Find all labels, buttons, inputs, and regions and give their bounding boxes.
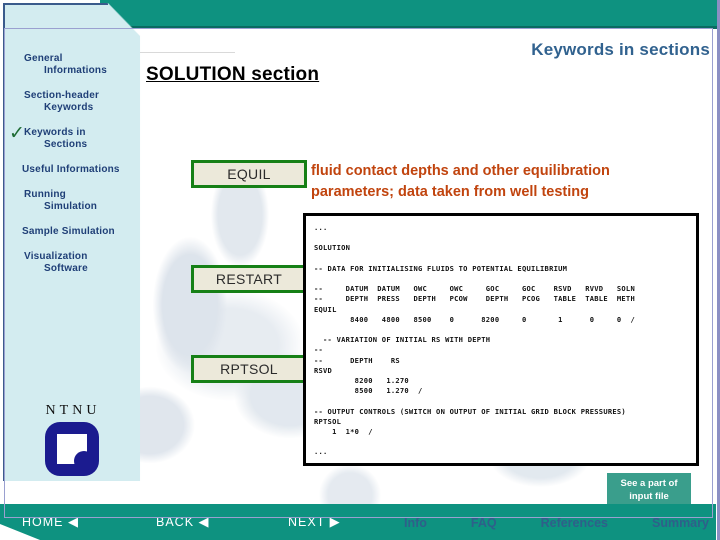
see-input-file-callout[interactable]: See a part of input file	[607, 473, 691, 509]
sidebar-item-visualization-software[interactable]: Visualization Software	[0, 251, 150, 275]
top-teal-band-shadow	[100, 26, 720, 29]
sidebar-item-useful-informations[interactable]: Useful Informations	[0, 164, 150, 176]
footer-links: Info FAQ References Summary	[404, 516, 709, 530]
callout-line-1: See a part of	[620, 478, 678, 489]
sidebar-item-keywords-in-sections[interactable]: ✓ Keywords in Sections	[0, 122, 150, 151]
nav-next-arrow-icon: ▶	[329, 515, 341, 530]
sidebar-item-label: Useful Informations	[22, 164, 120, 175]
footer-link-faq[interactable]: FAQ	[471, 516, 497, 530]
ntnu-logo: NTNU	[28, 403, 116, 485]
sidebar-item-label: Keywords in	[24, 127, 86, 138]
nav-home-arrow-icon: ◀	[67, 515, 79, 530]
footer-link-info[interactable]: Info	[404, 516, 427, 530]
sidebar-item-section-header-keywords[interactable]: Section-header Keywords	[0, 90, 150, 114]
page-title: SOLUTION section	[146, 64, 320, 85]
nav-next-button[interactable]: NEXT ▶	[288, 515, 341, 530]
sidebar-item-label: Running	[24, 189, 66, 200]
input-file-code: ... SOLUTION -- DATA FOR INITIALISING FL…	[314, 223, 635, 457]
nav-home-button[interactable]: HOME ◀	[22, 515, 79, 530]
nav-next-label: NEXT	[288, 515, 326, 529]
nav-home-label: HOME	[22, 515, 64, 529]
keyword-button-rptsol[interactable]: RPTSOL	[191, 355, 307, 383]
sidebar-item-label-2: Sections	[44, 139, 88, 150]
sidebar-item-label-2: Informations	[44, 65, 107, 76]
nav-back-button[interactable]: BACK ◀	[156, 515, 210, 530]
keyword-description: fluid contact depths and other equilibra…	[311, 163, 610, 200]
sidebar-item-label: Section-header	[24, 90, 100, 101]
sidebar-item-label-2: Simulation	[44, 201, 98, 212]
breadcrumb: Keywords in sections	[531, 40, 710, 59]
sidebar-menu: General Informations Section-header Keyw…	[0, 53, 150, 288]
ntnu-logo-circle	[74, 451, 94, 471]
callout-line-2: input file	[629, 491, 669, 502]
top-teal-band	[100, 0, 720, 26]
ntnu-logo-square	[57, 434, 94, 471]
keyword-button-restart[interactable]: RESTART	[191, 265, 307, 293]
checkmark-icon: ✓	[9, 122, 26, 144]
sidebar-item-label: Visualization	[24, 251, 88, 262]
sidebar-item-sample-simulation[interactable]: Sample Simulation	[0, 226, 150, 238]
sidebar-item-label-2: Keywords	[44, 102, 94, 113]
nav-back-label: BACK	[156, 515, 195, 529]
ntnu-logo-mark	[45, 422, 99, 476]
title-rule	[140, 52, 235, 53]
ntnu-logo-text: NTNU	[45, 403, 101, 418]
sidebar-item-running-simulation[interactable]: Running Simulation	[0, 189, 150, 213]
sidebar-item-label-2: Software	[44, 263, 88, 274]
input-file-listing: ... SOLUTION -- DATA FOR INITIALISING FL…	[303, 213, 699, 466]
nav-back-arrow-icon: ◀	[198, 515, 210, 530]
keyword-button-equil[interactable]: EQUIL	[191, 160, 307, 188]
sidebar-item-label: Sample Simulation	[22, 226, 115, 237]
slide-root: General Informations Section-header Keyw…	[0, 0, 720, 540]
footer-link-references[interactable]: References	[541, 516, 608, 530]
sidebar-item-label: General	[24, 53, 63, 64]
footer-link-summary[interactable]: Summary	[652, 516, 709, 530]
sidebar-item-general-informations[interactable]: General Informations	[0, 53, 150, 77]
